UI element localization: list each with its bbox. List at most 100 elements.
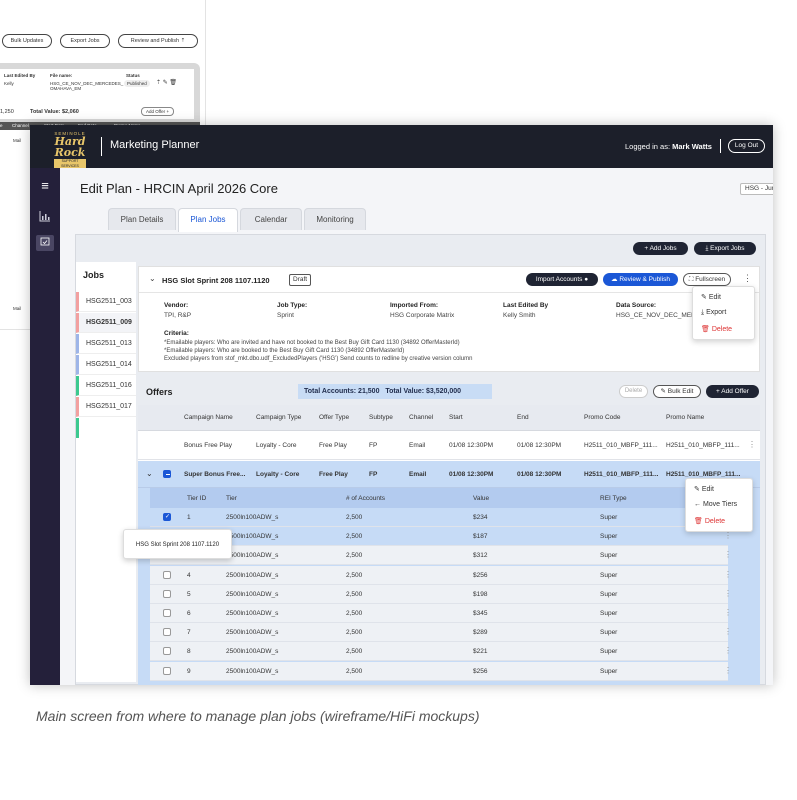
tier-checkbox[interactable] [163, 570, 171, 579]
add-offer-button[interactable]: + Add Offer [706, 385, 759, 398]
collapse-chevron-icon[interactable]: ⌄ [149, 274, 156, 283]
chart-icon[interactable] [36, 210, 54, 226]
offer-cell: 01/08 12:30PM [517, 471, 562, 478]
menu-edit-tier-label: Edit [701, 486, 714, 493]
bulk-edit-button[interactable]: ✎ Bulk Edit [653, 385, 701, 398]
menu-delete-tier[interactable]: 🗑 Delete [686, 517, 752, 525]
tier-row[interactable]: 7 2500ln100ADW_s 2,500 $289 Super ⋮ [150, 623, 732, 643]
export-jobs-button[interactable]: ⤓ Export Jobs [694, 242, 756, 255]
menu-export[interactable]: ⤓ Export [693, 309, 754, 317]
offer-cell: Loyalty - Core [256, 442, 297, 449]
job-item[interactable]: HSG2511_013 [76, 334, 136, 354]
col-value: Value [473, 495, 490, 502]
tier-more-icon[interactable]: ⋮ [724, 570, 732, 579]
tier-more-icon[interactable]: ⋮ [724, 608, 732, 617]
tier-row[interactable]: 32500ln100ADW_s2,500$312Super⋮ [150, 546, 732, 566]
tier-more-icon[interactable]: ⋮ [724, 589, 732, 598]
job-item[interactable]: HSG2511_003 [76, 292, 136, 312]
review-publish-label-bg: Review and Publish [130, 38, 180, 44]
tab-plan-details[interactable]: Plan Details [108, 208, 176, 230]
logout-button[interactable]: Log Out [728, 139, 765, 153]
col-tier: Tier [226, 495, 237, 502]
job-item[interactable]: HSG2511_017 [76, 397, 136, 417]
tier-checkbox[interactable] [163, 628, 171, 637]
offer-row-checkbox[interactable] [163, 470, 171, 478]
file-name-value-bg: HSG_CE_NOV_DEC_MERCEDES_ OMAHAVA_EM [50, 81, 124, 91]
col-campaign-type: Campaign Type [256, 414, 302, 421]
tab-monitoring[interactable]: Monitoring [304, 208, 366, 230]
more-vertical-icon[interactable]: ⋮ [743, 273, 752, 284]
tier-checkbox[interactable] [163, 589, 171, 598]
offer-cell: Email [409, 471, 427, 478]
trash-icon: 🗑 [694, 518, 703, 525]
col-promo-name: Promo Name [666, 414, 705, 421]
tier-row[interactable]: 5 2500ln100ADW_s 2,500 $198 Super ⋮ [150, 584, 732, 604]
bulk-updates-button[interactable]: Bulk Updates [2, 34, 52, 48]
tier-more-icon[interactable]: ⋮ [724, 666, 732, 675]
job-item-marker [76, 418, 79, 438]
tier-checkbox[interactable] [163, 666, 171, 675]
top-bar: SEMINOLE Hard Rock SUPPORT SERVICES Mark… [30, 125, 773, 169]
review-publish-button-bg[interactable]: Review and Publish ⇡ [118, 34, 198, 48]
export-jobs-button-bg[interactable]: Export Jobs [60, 34, 110, 48]
tier-row[interactable]: 12500ln100ADW_s2,500$234Super⋮ [150, 508, 732, 527]
tier-row[interactable]: 8 2500ln100ADW_s 2,500 $221 Super ⋮ [150, 642, 732, 662]
tier-row[interactable]: 22500ln100ADW_s2,500$187Super⋮ [150, 527, 732, 547]
brand-divider [101, 137, 102, 156]
app-title: Marketing Planner [110, 139, 200, 151]
review-publish-button[interactable]: ☁ Review & Publish [603, 273, 678, 286]
tier-cell-value: $289 [473, 629, 488, 637]
tier-more-icon[interactable]: ⋮ [724, 531, 732, 540]
job-item-selected[interactable]: HSG2511_009 [76, 313, 136, 333]
menu-edit-label: Edit [708, 294, 721, 301]
row-more-icon[interactable]: ⋮ [748, 440, 756, 449]
last-edited-label: Last Edited By [503, 302, 549, 309]
tier-row[interactable]: 9 2500ln100ADW_s 2,500 $256 Super ⋮ [150, 661, 732, 681]
delete-offers-button[interactable]: Delete [619, 385, 648, 398]
menu-icon[interactable]: ≡ [36, 178, 54, 194]
tier-more-icon[interactable]: ⋮ [724, 646, 732, 655]
fullscreen-label: Fullscreen [695, 276, 726, 283]
menu-edit[interactable]: ✎ Edit [693, 293, 754, 301]
data-source-label: Data Source: [616, 302, 657, 309]
tier-checkbox[interactable] [163, 609, 171, 617]
tier-cell-id: 8 [187, 648, 191, 656]
job-item[interactable]: HSG2511_014 [76, 355, 136, 375]
menu-delete[interactable]: 🗑 Delete [693, 325, 754, 333]
tier-cell-id: 4 [187, 571, 191, 579]
import-accounts-button[interactable]: Import Accounts ● [526, 273, 598, 286]
tab-calendar[interactable]: Calendar [240, 208, 302, 230]
tab-plan-jobs[interactable]: Plan Jobs [178, 208, 238, 232]
offer-cell: Email [409, 442, 426, 449]
calendar-check-svg [40, 237, 50, 246]
add-jobs-button[interactable]: + Add Jobs [633, 242, 688, 255]
fullscreen-button[interactable]: ⛶ Fullscreen [683, 273, 731, 286]
job-type-label: Job Type: [277, 302, 308, 309]
tier-row[interactable]: 6 2500ln100ADW_s 2,500 $345 Super ⋮ [150, 604, 732, 623]
criteria-label: Criteria: [164, 330, 189, 337]
expand-chevron-icon[interactable]: ⌄ [146, 469, 153, 478]
calendar-check-icon[interactable] [36, 235, 54, 251]
offer-row-expanded[interactable]: ⌄ Super Bonus Free... Loyalty - Core Fre… [138, 461, 760, 488]
job-context-menu: ✎ Edit ⤓ Export 🗑 Delete [692, 286, 755, 340]
offer-cell: Free Play [319, 471, 348, 478]
job-item[interactable]: HSG2511_016 [76, 376, 136, 396]
tier-row[interactable]: 4 2500ln100ADW_s 2,500 $256 Super ⋮ [150, 565, 732, 585]
tier-checkbox[interactable] [163, 647, 171, 656]
tier-checkbox[interactable] [163, 513, 171, 521]
user-name: Mark Watts [672, 142, 712, 151]
tier-more-icon[interactable]: ⋮ [724, 550, 732, 559]
offer-cell: Super Bonus Free... [184, 471, 246, 478]
add-offer-button-bg[interactable]: Add Offer + [141, 107, 175, 116]
add-offer-label-bg: Add Offer [146, 109, 166, 114]
chart-icon-svg [39, 211, 50, 222]
tier-more-icon[interactable]: ⋮ [724, 627, 732, 636]
add-jobs-label: Add Jobs [649, 245, 677, 252]
tier-cell-accounts: 2,500 [346, 571, 363, 579]
menu-move-tiers[interactable]: ← Move Tiers [686, 501, 752, 508]
offer-row[interactable]: Bonus Free Play Loyalty - Core Free Play… [138, 432, 760, 460]
menu-edit-tier[interactable]: ✎ Edit [686, 485, 752, 493]
tier-cell-tier: 2500ln100ADW_s [226, 610, 279, 617]
col-start: Start [449, 414, 463, 421]
offer-cell: 01/08 12:30PM [449, 471, 494, 478]
